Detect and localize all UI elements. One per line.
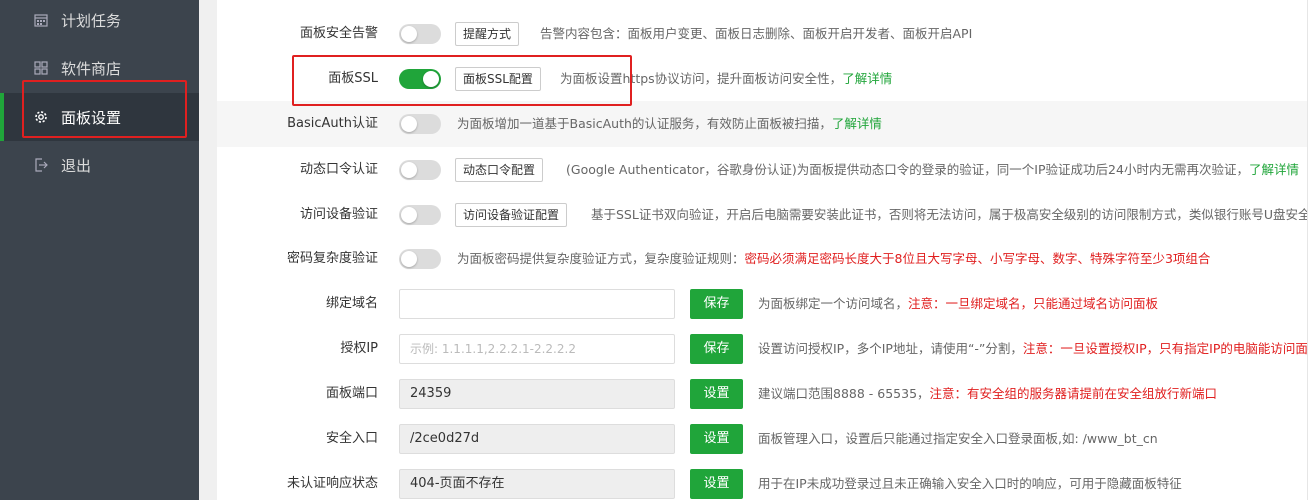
setting-desc: 为面板密码提供复杂度验证方式，复杂度验证规则：密码必须满足密码长度大于8位且大写… [457,251,1211,266]
domain-save-button[interactable]: 保存 [690,289,743,319]
setting-label: 密码复杂度验证 [286,251,378,266]
logout-icon [34,158,48,172]
setting-desc: 基于SSL证书双向验证，开启后电脑需要安装此证书，否则将无法访问，属于极高安全级… [591,207,1308,222]
setting-desc: 设置访问授权IP，多个IP地址，请使用“-”分割，注意：一旦设置授权IP，只有指… [758,341,1308,356]
sidebar-item-label: 退出 [61,156,92,175]
alarm-toggle[interactable] [399,24,441,44]
authip-input[interactable]: 示例: 1.1.1.1,2.2.2.1-2.2.2.2 [399,334,675,364]
setting-row-basicauth: BasicAuth认证 为面板增加一道基于BasicAuth的认证服务，有效防止… [217,101,1308,147]
sidebar-item-label: 软件商店 [61,59,122,78]
setting-label: BasicAuth认证 [287,116,378,131]
setting-label: 面板SSL [328,71,378,86]
sidebar-item-label: 面板设置 [61,108,122,127]
setting-desc: (Google Authenticator，谷歌身份认证)为面板提供动态口令的登… [566,162,1299,177]
dynpass-toggle[interactable] [399,160,441,180]
device-toggle[interactable] [399,205,441,225]
sidebar-item-label: 计划任务 [61,11,122,30]
sidebar-item-panel-settings[interactable]: 面板设置 [0,93,199,141]
setting-desc: 为面板增加一道基于BasicAuth的认证服务，有效防止面板被扫描，了解详情 [457,116,882,131]
setting-desc: 为面板设置https协议访问，提升面板访问安全性，了解详情 [560,71,893,86]
main-content: 面板安全告警 提醒方式 告警内容包含：面板用户变更、面板日志删除、面板开启开发者… [199,0,1308,500]
setting-row-ssl: 面板SSL 面板SSL配置 为面板设置https协议访问，提升面板访问安全性，了… [217,56,1308,102]
setting-row-domain: 绑定域名 保存 为面板绑定一个访问域名，注意：一旦绑定域名，只能通过域名访问面板 [217,281,1308,327]
setting-row-authip: 授权IP 示例: 1.1.1.1,2.2.2.1-2.2.2.2 保存 设置访问… [217,326,1308,372]
setting-row-alarm: 面板安全告警 提醒方式 告警内容包含：面板用户变更、面板日志删除、面板开启开发者… [217,11,1308,57]
setting-row-device: 访问设备验证 访问设备验证配置 基于SSL证书双向验证，开启后电脑需要安装此证书… [217,192,1308,238]
authip-save-button[interactable]: 保存 [690,334,743,364]
setting-row-complexity: 密码复杂度验证 为面板密码提供复杂度验证方式，复杂度验证规则：密码必须满足密码长… [217,236,1308,282]
setting-label: 动态口令认证 [299,162,378,177]
unauth-input[interactable]: 404-页面不存在 [399,469,675,499]
port-input[interactable]: 24359 [399,379,675,409]
sidebar: 计划任务 软件商店 面板设置 退出 [0,0,199,500]
setting-row-unauth: 未认证响应状态 404-页面不存在 设置 用于在IP未成功登录过且未正确输入安全… [217,461,1308,500]
ssl-toggle[interactable] [399,69,441,89]
ssl-config-button[interactable]: 面板SSL配置 [455,67,541,91]
sidebar-item-store[interactable]: 软件商店 [0,44,199,92]
setting-label: 面板安全告警 [299,26,378,41]
setting-label: 访问设备验证 [299,207,378,222]
port-set-button[interactable]: 设置 [690,379,743,409]
setting-desc: 用于在IP未成功登录过且未正确输入安全入口时的响应，可用于隐藏面板特征 [758,476,1182,491]
setting-label: 授权IP [340,341,378,356]
learn-more-link[interactable]: 了解详情 [1249,162,1299,177]
learn-more-link[interactable]: 了解详情 [832,116,882,131]
setting-label: 绑定域名 [325,296,378,311]
learn-more-link[interactable]: 了解详情 [842,71,892,86]
dynpass-config-button[interactable]: 动态口令配置 [455,158,544,182]
setting-row-dynpass: 动态口令认证 动态口令配置 (Google Authenticator，谷歌身份… [217,147,1308,193]
setting-desc: 为面板绑定一个访问域名，注意：一旦绑定域名，只能通过域名访问面板 [758,296,1159,311]
domain-input[interactable] [399,289,675,319]
complexity-toggle[interactable] [399,249,441,269]
device-config-button[interactable]: 访问设备验证配置 [455,203,568,227]
setting-desc: 告警内容包含：面板用户变更、面板日志删除、面板开启开发者、面板开启API [540,26,973,41]
setting-label: 未认证响应状态 [286,476,378,491]
calendar-icon [34,13,48,27]
setting-desc: 面板管理入口，设置后只能通过指定安全入口登录面板,如: /www_bt_cn [758,431,1158,446]
settings-panel: 面板安全告警 提醒方式 告警内容包含：面板用户变更、面板日志删除、面板开启开发者… [217,0,1308,500]
setting-label: 面板端口 [325,386,378,401]
grid-icon [34,61,48,75]
alarm-config-button[interactable]: 提醒方式 [455,22,520,46]
unauth-set-button[interactable]: 设置 [690,469,743,499]
gear-icon [34,110,48,124]
basicauth-toggle[interactable] [399,114,441,134]
sidebar-item-logout[interactable]: 退出 [0,141,199,189]
setting-row-port: 面板端口 24359 设置 建议端口范围8888 - 65535，注意：有安全组… [217,371,1308,417]
setting-row-entry: 安全入口 /2ce0d27d 设置 面板管理入口，设置后只能通过指定安全入口登录… [217,416,1308,462]
entry-set-button[interactable]: 设置 [690,424,743,454]
sidebar-item-cron[interactable]: 计划任务 [0,0,199,44]
entry-input[interactable]: /2ce0d27d [399,424,675,454]
setting-label: 安全入口 [325,431,378,446]
setting-desc: 建议端口范围8888 - 65535，注意：有安全组的服务器请提前在安全组放行新… [758,386,1218,401]
